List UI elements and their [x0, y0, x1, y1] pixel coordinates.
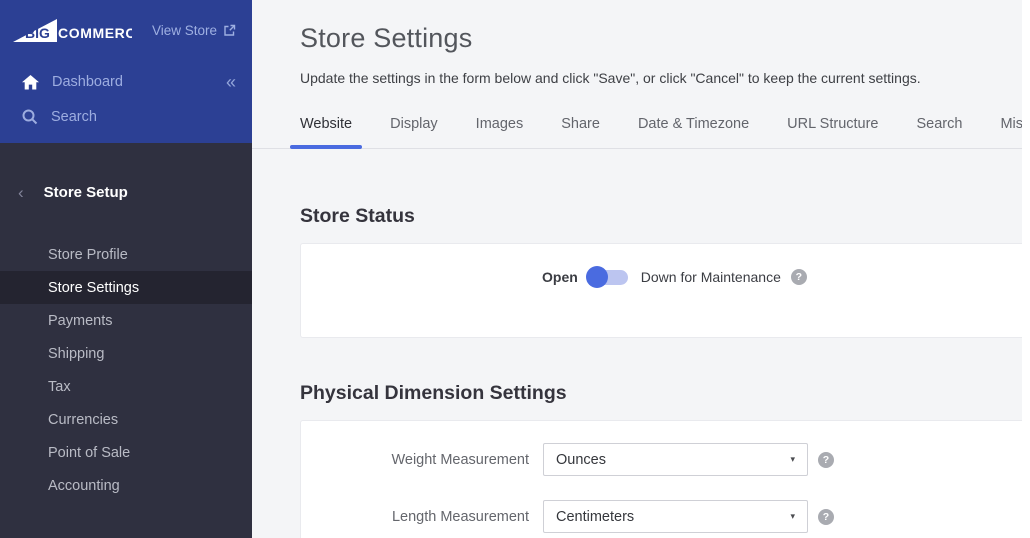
- tab-url-structure[interactable]: URL Structure: [777, 106, 888, 148]
- page-subtitle: Update the settings in the form below an…: [300, 69, 982, 87]
- tab-search[interactable]: Search: [907, 106, 973, 148]
- sidebar-item-point-of-sale[interactable]: Point of Sale: [0, 436, 252, 469]
- settings-tabs: Website Display Images Share Date & Time…: [252, 106, 1030, 149]
- bigcommerce-admin: BIG COMMERCE View Store Dashboard: [0, 0, 1030, 538]
- sidebar-item-accounting[interactable]: Accounting: [0, 469, 252, 502]
- logo-commerce-text: COMMERCE: [58, 25, 132, 41]
- external-link-icon: [223, 24, 236, 37]
- menu-item-label: Store Profile: [48, 247, 128, 263]
- store-setup-title: Store Setup: [44, 184, 128, 201]
- sidebar-top: BIG COMMERCE View Store Dashboard: [0, 0, 252, 143]
- length-measurement-select[interactable]: Centimeters ▾: [543, 500, 808, 533]
- page-title: Store Settings: [300, 22, 982, 54]
- menu-item-label: Point of Sale: [48, 445, 130, 461]
- select-value: Ounces: [556, 452, 606, 468]
- main-panel: Store Settings Update the settings in th…: [252, 0, 1030, 538]
- view-store-link[interactable]: View Store: [152, 23, 236, 38]
- weight-measurement-select[interactable]: Ounces ▾: [543, 443, 808, 476]
- open-label: Open: [542, 269, 578, 285]
- store-setup-menu: Store Profile Store Settings Payments Sh…: [0, 238, 252, 502]
- maintenance-label: Down for Maintenance: [641, 269, 781, 285]
- sidebar-item-search[interactable]: Search: [0, 104, 252, 130]
- logo-row: BIG COMMERCE View Store: [0, 0, 252, 43]
- logo-big-text: BIG: [25, 25, 50, 41]
- menu-item-label: Accounting: [48, 478, 120, 494]
- search-label: Search: [51, 109, 97, 125]
- store-status-heading: Store Status: [300, 204, 1030, 228]
- menu-item-label: Tax: [48, 379, 71, 395]
- tab-images[interactable]: Images: [466, 106, 534, 148]
- toggle-knob: [586, 266, 608, 288]
- sidebar-item-payments[interactable]: Payments: [0, 304, 252, 337]
- sidebar-item-tax[interactable]: Tax: [0, 370, 252, 403]
- dashboard-label: Dashboard: [52, 74, 123, 90]
- store-status-row: Open Down for Maintenance ?: [301, 244, 1030, 285]
- settings-content: Store Status Open Down for Maintenance ?…: [252, 204, 1030, 538]
- length-measurement-label: Length Measurement: [301, 509, 529, 525]
- page-header: Store Settings Update the settings in th…: [252, 0, 1030, 87]
- select-value: Centimeters: [556, 509, 634, 525]
- menu-item-label: Payments: [48, 313, 112, 329]
- maintenance-toggle[interactable]: [588, 270, 628, 285]
- menu-item-label: Shipping: [48, 346, 104, 362]
- tab-display[interactable]: Display: [380, 106, 448, 148]
- store-status-card: Open Down for Maintenance ?: [300, 243, 1030, 338]
- tab-website[interactable]: Website: [290, 106, 362, 148]
- weight-measurement-label: Weight Measurement: [301, 452, 529, 468]
- help-icon[interactable]: ?: [791, 269, 807, 285]
- tab-share[interactable]: Share: [551, 106, 610, 148]
- chevron-down-icon: ▾: [790, 511, 795, 522]
- sidebar-item-dashboard[interactable]: Dashboard «: [0, 69, 252, 95]
- search-icon: [22, 109, 38, 125]
- menu-item-label: Store Settings: [48, 280, 139, 296]
- store-setup-header: ‹ Store Setup: [0, 180, 252, 204]
- chevron-down-icon: ▾: [790, 454, 795, 465]
- length-measurement-row: Length Measurement Centimeters ▾ ?: [301, 476, 1030, 533]
- home-icon: [22, 75, 39, 90]
- physical-dimensions-card: Weight Measurement Ounces ▾ ? Length Mea…: [300, 420, 1030, 538]
- sidebar-item-store-profile[interactable]: Store Profile: [0, 238, 252, 271]
- sidebar-item-store-settings[interactable]: Store Settings: [0, 271, 252, 304]
- view-store-label: View Store: [152, 23, 217, 38]
- collapse-sidebar-icon[interactable]: «: [226, 73, 236, 91]
- sidebar-item-shipping[interactable]: Shipping: [0, 337, 252, 370]
- back-chevron-icon[interactable]: ‹: [18, 184, 24, 201]
- tab-date-timezone[interactable]: Date & Timezone: [628, 106, 759, 148]
- help-icon[interactable]: ?: [818, 509, 834, 525]
- sidebar-section: ‹ Store Setup Store Profile Store Settin…: [0, 143, 252, 538]
- physical-dimensions-heading: Physical Dimension Settings: [300, 381, 1030, 405]
- sidebar-item-currencies[interactable]: Currencies: [0, 403, 252, 436]
- help-icon[interactable]: ?: [818, 452, 834, 468]
- menu-item-label: Currencies: [48, 412, 118, 428]
- bigcommerce-logo: BIG COMMERCE: [12, 17, 132, 43]
- scrollbar-track[interactable]: [1022, 0, 1030, 538]
- weight-measurement-row: Weight Measurement Ounces ▾ ?: [301, 421, 1030, 476]
- sidebar: BIG COMMERCE View Store Dashboard: [0, 0, 252, 538]
